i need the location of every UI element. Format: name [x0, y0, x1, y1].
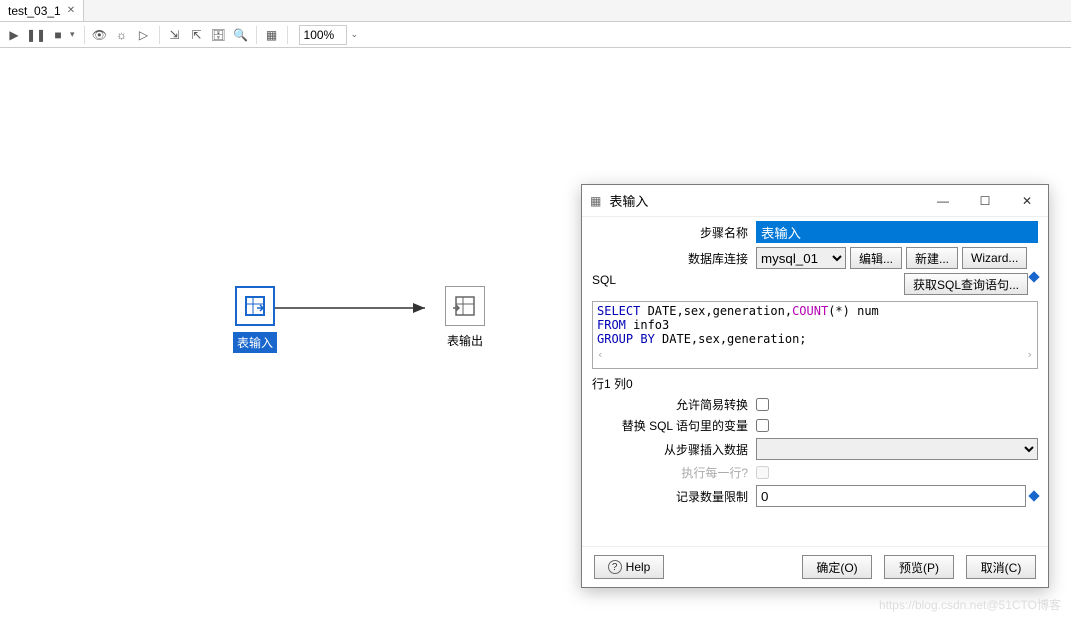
- db-conn-label: 数据库连接: [592, 250, 752, 267]
- insert-from-step-label: 从步骤插入数据: [592, 441, 752, 458]
- diamond-icon: [1028, 490, 1039, 501]
- dialog-body: 步骤名称 数据库连接 mysql_01 编辑... 新建... Wizard..…: [582, 217, 1048, 546]
- sql-icon[interactable]: 🔍: [231, 25, 251, 45]
- limit-input[interactable]: [756, 485, 1026, 507]
- node-input-label: 表输入: [233, 332, 277, 353]
- db-conn-select[interactable]: mysql_01: [756, 247, 846, 269]
- diamond-icon: [1028, 271, 1039, 282]
- pause-button[interactable]: ❚❚: [26, 25, 46, 45]
- minimize-button[interactable]: —: [930, 190, 956, 212]
- preview-icon[interactable]: 👁: [90, 25, 110, 45]
- step-name-row: 步骤名称: [592, 221, 1038, 243]
- zoom-input[interactable]: [299, 25, 347, 45]
- exec-each-row-label: 执行每一行?: [592, 464, 752, 481]
- sql-header-row: SQL 获取SQL查询语句...: [592, 273, 1038, 295]
- help-button[interactable]: ?Help: [594, 555, 664, 579]
- grid-icon[interactable]: ▦: [262, 25, 282, 45]
- tab-title: test_03_1: [8, 4, 61, 18]
- new-conn-button[interactable]: 新建...: [906, 247, 958, 269]
- edit-conn-button[interactable]: 编辑...: [850, 247, 902, 269]
- node-output-label: 表输出: [443, 332, 487, 350]
- stop-dropdown-icon[interactable]: ▾: [70, 29, 75, 40]
- dialog-titlebar[interactable]: ▦ 表输入 — ☐ ✕: [582, 185, 1048, 217]
- step-name-label: 步骤名称: [592, 224, 752, 241]
- scroll-right-icon[interactable]: ›: [1026, 348, 1033, 361]
- help-icon: ?: [608, 560, 622, 574]
- replay-icon[interactable]: ▷: [134, 25, 154, 45]
- toolbar: ▶ ❚❚ ■ ▾ 👁 ☼ ▷ ⇲ ⇱ 🗄 🔍 ▦ ⌄: [0, 22, 1071, 48]
- limit-label: 记录数量限制: [592, 488, 752, 505]
- zoom-control: ⌄: [299, 25, 363, 45]
- exec-each-row-checkbox: [756, 466, 769, 479]
- tab-bar: test_03_1 ✕: [0, 0, 1071, 22]
- dialog-icon: ▦: [590, 194, 601, 208]
- limit-row: 记录数量限制: [592, 485, 1038, 507]
- watermark: https://blog.csdn.net@51CTO博客: [879, 596, 1061, 613]
- allow-lazy-label: 允许简易转换: [592, 396, 752, 413]
- sql-editor[interactable]: SELECT DATE,sex,generation,COUNT(*) num …: [592, 301, 1038, 369]
- replace-vars-label: 替换 SQL 语句里的变量: [592, 417, 752, 434]
- sql-label: SQL: [592, 273, 616, 287]
- close-icon[interactable]: ✕: [67, 5, 75, 16]
- node-table-input[interactable]: 表输入: [225, 286, 285, 353]
- table-input-dialog: ▦ 表输入 — ☐ ✕ 步骤名称 数据库连接 mysql_01 编辑... 新建…: [581, 184, 1049, 588]
- db-conn-row: 数据库连接 mysql_01 编辑... 新建... Wizard...: [592, 247, 1038, 269]
- wizard-button[interactable]: Wizard...: [962, 247, 1027, 269]
- check-icon[interactable]: ⇲: [165, 25, 185, 45]
- editor-tab[interactable]: test_03_1 ✕: [0, 0, 84, 21]
- replace-vars-checkbox[interactable]: [756, 419, 769, 432]
- transformation-canvas[interactable]: 表输入 表输出 ▦ 表输入 — ☐ ✕ 步骤名称 数据库连接 mysql_01: [0, 48, 1071, 619]
- close-button[interactable]: ✕: [1014, 190, 1040, 212]
- zoom-dropdown-icon[interactable]: ⌄: [351, 29, 359, 40]
- stop-button[interactable]: ■: [48, 25, 68, 45]
- ok-button[interactable]: 确定(O): [802, 555, 872, 579]
- debug-icon[interactable]: ☼: [112, 25, 132, 45]
- replace-vars-row: 替换 SQL 语句里的变量: [592, 417, 1038, 434]
- cursor-status: 行1 列0: [592, 375, 1038, 392]
- dialog-button-bar: ?Help 确定(O) 预览(P) 取消(C): [582, 546, 1048, 587]
- get-sql-button[interactable]: 获取SQL查询语句...: [904, 273, 1028, 295]
- maximize-button[interactable]: ☐: [972, 190, 998, 212]
- insert-from-step-row: 从步骤插入数据: [592, 438, 1038, 460]
- hop-arrow[interactable]: [275, 298, 435, 318]
- scroll-left-icon[interactable]: ‹: [597, 348, 604, 361]
- insert-from-step-select[interactable]: [756, 438, 1038, 460]
- node-table-output[interactable]: 表输出: [435, 286, 495, 349]
- allow-lazy-checkbox[interactable]: [756, 398, 769, 411]
- allow-lazy-row: 允许简易转换: [592, 396, 1038, 413]
- impact-icon[interactable]: ⇱: [187, 25, 207, 45]
- table-output-icon: [445, 286, 485, 326]
- run-button[interactable]: ▶: [4, 25, 24, 45]
- exec-each-row-row: 执行每一行?: [592, 464, 1038, 481]
- cancel-button[interactable]: 取消(C): [966, 555, 1036, 579]
- table-input-icon: [235, 286, 275, 326]
- preview-button[interactable]: 预览(P): [884, 555, 954, 579]
- step-name-input[interactable]: [756, 221, 1038, 243]
- db-explorer-icon[interactable]: 🗄: [209, 25, 229, 45]
- dialog-title: 表输入: [609, 191, 914, 210]
